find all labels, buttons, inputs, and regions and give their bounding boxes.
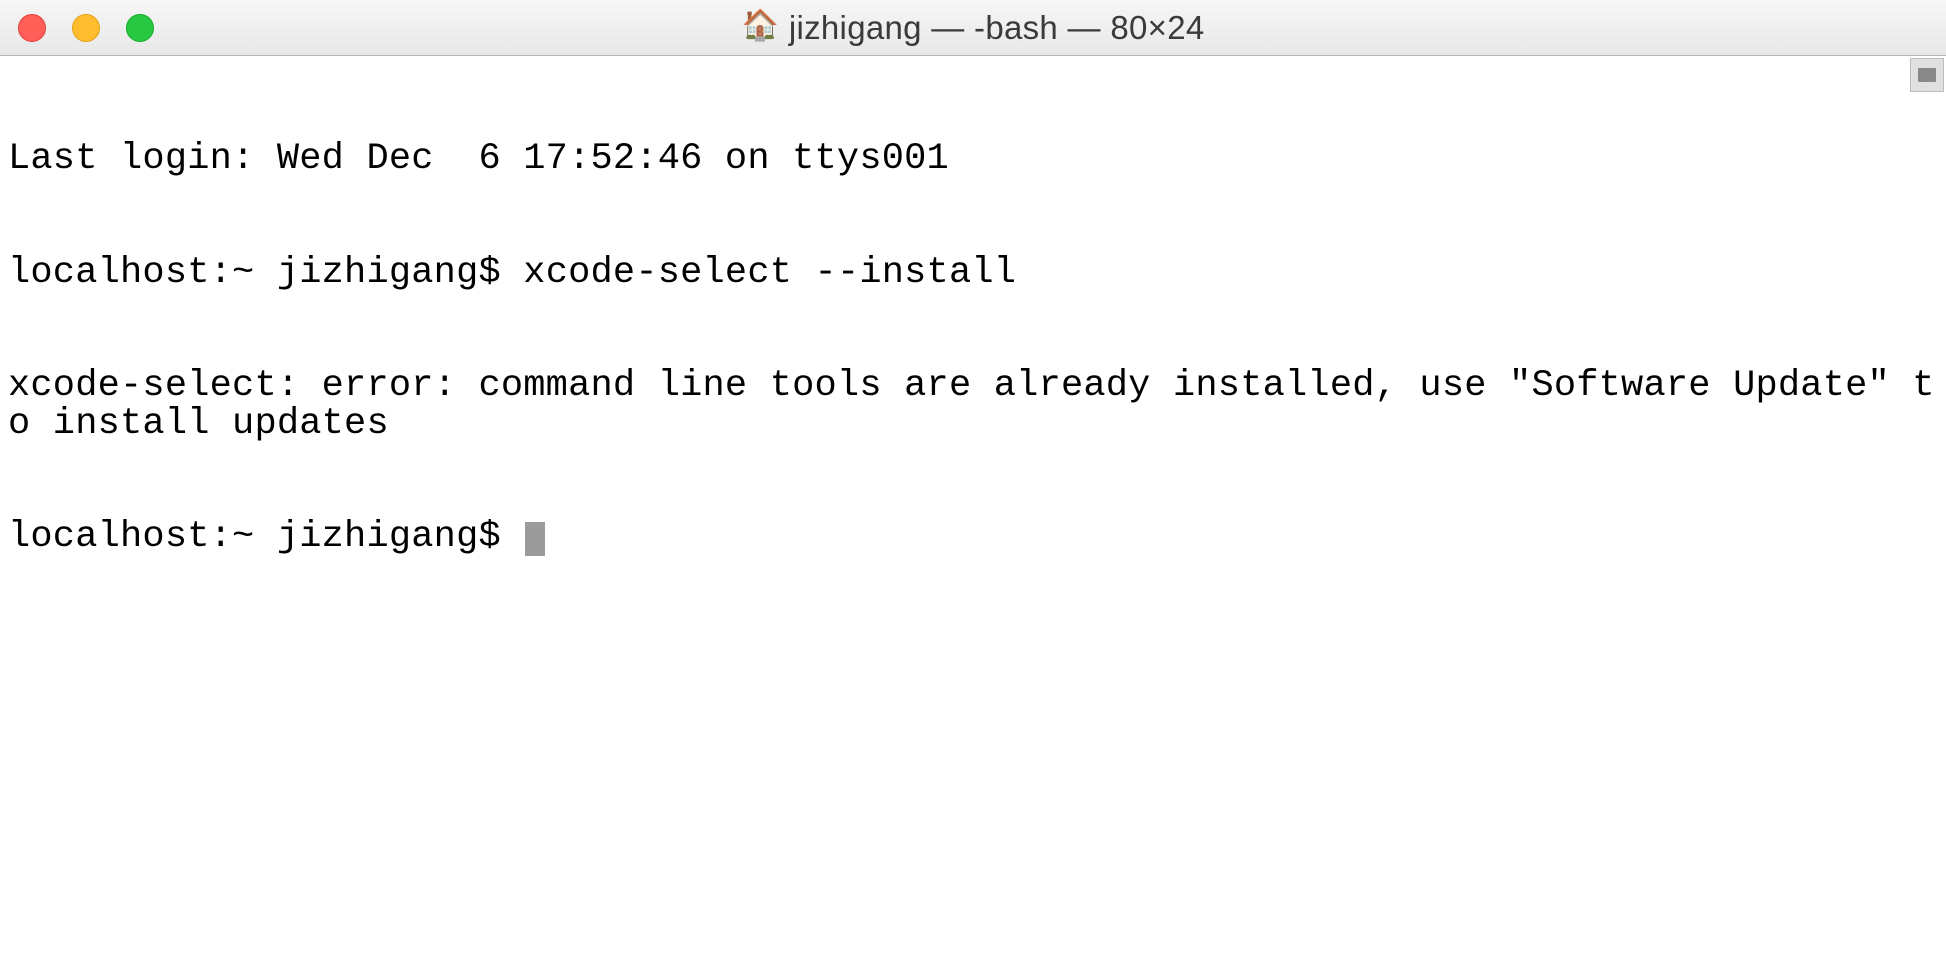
shell-prompt: localhost:~ jizhigang$ xyxy=(8,516,523,558)
cursor-icon xyxy=(525,522,545,556)
terminal-command-line: localhost:~ jizhigang$ xcode-select --in… xyxy=(8,255,1938,293)
window-title: jizhigang — -bash — 80×24 xyxy=(789,9,1205,47)
window-controls xyxy=(0,14,154,42)
terminal-viewport[interactable]: Last login: Wed Dec 6 17:52:46 on ttys00… xyxy=(0,56,1946,966)
minimize-button[interactable] xyxy=(72,14,100,42)
pane-toggle-icon xyxy=(1918,68,1936,82)
maximize-button[interactable] xyxy=(126,14,154,42)
home-icon: 🏠 xyxy=(741,13,778,43)
title-container: 🏠 jizhigang — -bash — 80×24 xyxy=(741,9,1204,47)
terminal-output-line: xcode-select: error: command line tools … xyxy=(8,368,1938,443)
shell-prompt: localhost:~ jizhigang$ xyxy=(8,252,523,294)
shell-command: xcode-select --install xyxy=(523,252,1016,294)
terminal-current-line: localhost:~ jizhigang$ xyxy=(8,519,1938,558)
pane-toggle-button[interactable] xyxy=(1910,58,1944,92)
close-button[interactable] xyxy=(18,14,46,42)
terminal-login-line: Last login: Wed Dec 6 17:52:46 on ttys00… xyxy=(8,141,1938,179)
window-titlebar[interactable]: 🏠 jizhigang — -bash — 80×24 xyxy=(0,0,1946,56)
